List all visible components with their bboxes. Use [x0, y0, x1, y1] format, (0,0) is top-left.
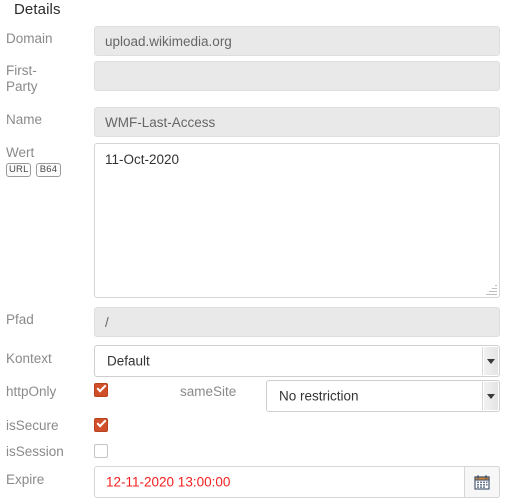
- check-icon: [96, 382, 107, 393]
- wert-label: Wert: [6, 145, 35, 160]
- same-site-select-button[interactable]: [482, 382, 498, 410]
- row-is-session: isSession: [0, 442, 510, 462]
- expire-calendar-button[interactable]: [464, 466, 500, 498]
- is-secure-checkbox[interactable]: [94, 417, 108, 432]
- kontext-select-value: Default: [107, 353, 150, 369]
- same-site-select-value: No restriction: [279, 388, 359, 404]
- first-party-input[interactable]: [94, 61, 500, 91]
- is-session-label: isSession: [6, 444, 64, 459]
- row-pfad: Pfad: [0, 307, 510, 337]
- is-session-checkbox[interactable]: [94, 444, 108, 458]
- calendar-icon: [474, 475, 490, 490]
- same-site-label: sameSite: [180, 384, 237, 399]
- expire-field[interactable]: 12-11-2020 13:00:00: [94, 466, 500, 498]
- row-domain: Domain: [0, 26, 510, 56]
- b64-decode-badge[interactable]: B64: [36, 163, 61, 177]
- row-http-only: httpOnly sameSite No restriction: [0, 380, 510, 412]
- wert-textarea[interactable]: 11-Oct-2020: [94, 143, 500, 298]
- chevron-down-icon: [486, 394, 495, 399]
- same-site-select[interactable]: No restriction: [266, 380, 500, 412]
- is-secure-label: isSecure: [6, 418, 59, 433]
- name-label: Name: [6, 112, 43, 127]
- domain-label: Domain: [6, 31, 53, 46]
- first-party-label: First- Party: [6, 63, 38, 94]
- row-kontext: Kontext Default: [0, 345, 510, 377]
- row-is-secure: isSecure: [0, 416, 510, 436]
- chevron-down-icon: [486, 359, 495, 364]
- name-input[interactable]: [94, 107, 500, 137]
- url-decode-badge[interactable]: URL: [6, 163, 31, 177]
- http-only-label: httpOnly: [6, 384, 57, 399]
- kontext-label: Kontext: [6, 351, 52, 366]
- http-only-checkbox[interactable]: [94, 382, 108, 397]
- domain-input[interactable]: [94, 26, 500, 56]
- pfad-input[interactable]: [94, 307, 500, 337]
- check-icon: [96, 417, 107, 428]
- kontext-select[interactable]: Default: [94, 345, 500, 377]
- row-wert: Wert URL B64 11-Oct-2020: [0, 143, 510, 303]
- cookie-details-panel: Details Domain First- Party Name Wert UR…: [0, 0, 510, 504]
- page-title: Details: [14, 1, 61, 18]
- row-name: Name: [0, 107, 510, 137]
- expire-value: 12-11-2020 13:00:00: [106, 474, 231, 490]
- expire-label: Expire: [6, 472, 45, 487]
- pfad-label: Pfad: [6, 312, 34, 327]
- row-first-party: First- Party: [0, 61, 510, 94]
- kontext-select-button[interactable]: [482, 347, 498, 375]
- row-expire: Expire 12-11-2020 13:00:00: [0, 466, 510, 498]
